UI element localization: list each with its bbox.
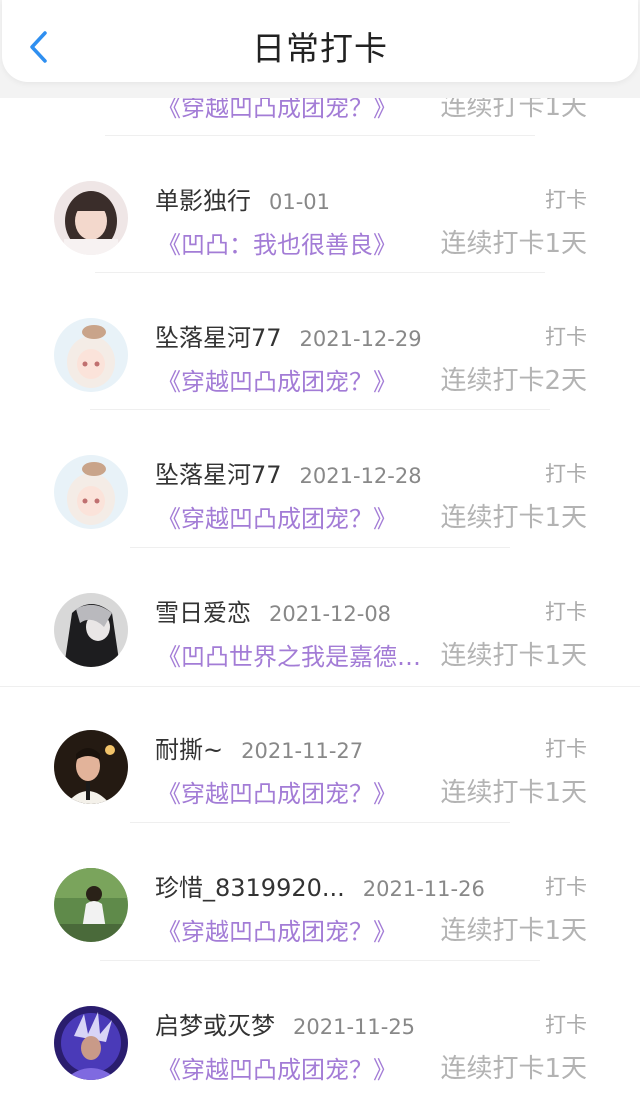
user-line: 珍惜_8319920... 2021-11-26 <box>155 868 485 902</box>
streak-text: 连续打卡1天 <box>440 503 587 533</box>
streak-text: 连续打卡1天 <box>440 778 587 808</box>
streak-text: 连续打卡1天 <box>440 916 587 946</box>
streak-text: 连续打卡2天 <box>440 366 587 396</box>
avatar[interactable] <box>54 868 128 942</box>
book-title[interactable]: 《穿越凹凸成团宠？》 <box>157 499 397 534</box>
streak-text: 连续打卡1天 <box>440 1054 587 1084</box>
user-line: 启梦或灭梦 2021-11-25 <box>155 1006 415 1040</box>
list-item[interactable]: 坠落星河77 2021-12-28 打卡 《穿越凹凸成团宠？》 连续打卡1天 <box>0 411 640 548</box>
divider <box>105 135 535 136</box>
avatar[interactable] <box>54 455 128 529</box>
username[interactable]: 启梦或灭梦 <box>155 1006 275 1041</box>
username[interactable]: 坠落星河77 <box>155 318 282 353</box>
page-title: 日常打卡 <box>252 29 388 68</box>
checkin-date: 2021-11-27 <box>241 739 364 763</box>
book-title[interactable]: 《穿越凹凸成团宠？》 <box>157 362 397 397</box>
header-card: 日常打卡 <box>2 0 638 82</box>
user-line: 耐撕~ 2021-11-27 <box>155 730 363 764</box>
divider <box>100 960 540 961</box>
list-item[interactable]: 珍惜_8319920... 2021-11-26 打卡 《穿越凹凸成团宠？》 连… <box>0 824 640 961</box>
list-item[interactable]: 坠落星河77 2021-12-29 打卡 《穿越凹凸成团宠？》 连续打卡2天 <box>0 274 640 411</box>
username[interactable]: 珍惜_8319920... <box>155 868 345 903</box>
divider <box>130 547 510 548</box>
checkin-label: 打卡 <box>545 188 587 212</box>
checkin-label: 打卡 <box>545 1013 587 1037</box>
username[interactable]: 单影独行 <box>155 181 251 216</box>
checkin-date: 2021-12-08 <box>269 602 392 626</box>
checkin-date: 2021-11-25 <box>293 1015 416 1039</box>
book-title[interactable]: 《穿越凹凸成团宠？》 <box>157 1050 397 1085</box>
user-line: 坠落星河77 2021-12-28 <box>155 455 422 489</box>
avatar[interactable] <box>54 181 128 255</box>
checkin-label: 打卡 <box>545 462 587 486</box>
list-item[interactable]: 雪日爱恋 2021-12-08 打卡 《凹凸世界之我是嘉德罗... 连续打卡1天 <box>0 549 640 686</box>
checkin-label: 打卡 <box>545 325 587 349</box>
streak-text: 连续打卡1天 <box>440 641 587 671</box>
avatar[interactable] <box>54 1006 128 1080</box>
user-line: 雪日爱恋 2021-12-08 <box>155 593 391 627</box>
book-title[interactable]: 《凹凸：我也很善良》 <box>157 225 397 260</box>
divider <box>90 409 550 410</box>
book-title[interactable]: 《穿越凹凸成团宠？》 <box>157 774 397 809</box>
list-item[interactable]: 单影独行 01-01 打卡 《凹凸：我也很善良》 连续打卡1天 <box>0 137 640 274</box>
checkin-date: 2021-12-28 <box>299 464 422 488</box>
user-line: 坠落星河77 2021-12-29 <box>155 318 422 352</box>
list-item[interactable]: 启梦或灭梦 2021-11-25 打卡 《穿越凹凸成团宠？》 连续打卡1天 <box>0 962 640 1099</box>
divider <box>95 272 545 273</box>
avatar[interactable] <box>54 318 128 392</box>
checkin-label: 打卡 <box>545 600 587 624</box>
checkin-date: 01-01 <box>269 190 331 214</box>
user-line: 单影独行 01-01 <box>155 181 330 215</box>
checkin-label: 打卡 <box>545 875 587 899</box>
streak-text: 连续打卡1天 <box>440 229 587 259</box>
divider <box>130 822 510 823</box>
username[interactable]: 耐撕~ <box>155 730 223 765</box>
username[interactable]: 雪日爱恋 <box>155 593 251 628</box>
header: 日常打卡 <box>0 0 640 98</box>
checkin-list: 《穿越凹凸成团宠？》 连续打卡1天 单影独行 01-01 打卡 《凹凸：我也很善… <box>0 0 640 1099</box>
list-item[interactable]: 耐撕~ 2021-11-27 打卡 《穿越凹凸成团宠？》 连续打卡1天 <box>0 686 640 823</box>
checkin-date: 2021-12-29 <box>299 327 422 351</box>
checkin-date: 2021-11-26 <box>362 877 485 901</box>
checkin-label: 打卡 <box>545 737 587 761</box>
avatar[interactable] <box>54 730 128 804</box>
book-title[interactable]: 《穿越凹凸成团宠？》 <box>157 912 397 947</box>
avatar[interactable] <box>54 593 128 667</box>
book-title[interactable]: 《凹凸世界之我是嘉德罗... <box>157 637 439 672</box>
username[interactable]: 坠落星河77 <box>155 455 282 490</box>
